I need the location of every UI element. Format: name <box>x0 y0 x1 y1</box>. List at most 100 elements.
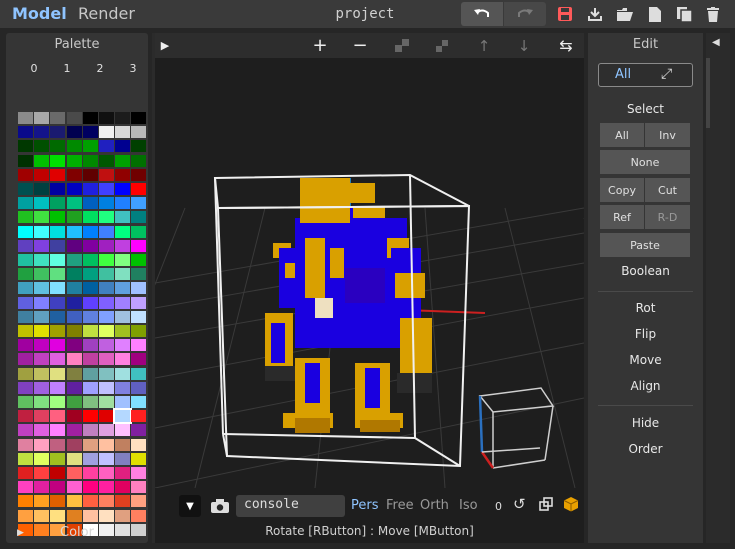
color-swatch[interactable] <box>115 239 131 252</box>
color-swatch[interactable] <box>115 452 131 465</box>
color-swatch[interactable] <box>66 296 82 309</box>
tab-render[interactable]: Render <box>78 4 135 23</box>
color-swatch[interactable] <box>82 339 98 352</box>
color-swatch[interactable] <box>50 452 66 465</box>
color-swatch[interactable] <box>34 282 50 295</box>
color-swatch[interactable] <box>66 467 82 479</box>
color-swatch[interactable] <box>18 225 33 238</box>
save-button[interactable] <box>555 2 575 26</box>
color-swatch[interactable] <box>99 495 114 508</box>
color-swatch[interactable] <box>99 183 114 195</box>
color-swatch[interactable] <box>115 126 131 139</box>
color-swatch[interactable] <box>34 452 50 465</box>
color-swatch[interactable] <box>66 410 82 423</box>
color-swatch[interactable] <box>82 410 98 423</box>
color-swatch[interactable] <box>82 282 98 295</box>
color-swatch[interactable] <box>131 296 147 309</box>
color-swatch[interactable] <box>66 211 82 224</box>
color-swatch[interactable] <box>131 452 147 465</box>
color-swatch[interactable] <box>34 197 50 210</box>
selected-color-swatch[interactable] <box>113 408 133 425</box>
color-swatch[interactable] <box>34 268 50 281</box>
color-swatch[interactable] <box>115 225 131 238</box>
color-swatch[interactable] <box>131 112 147 124</box>
color-swatch[interactable] <box>82 438 98 451</box>
color-swatch[interactable] <box>34 325 50 337</box>
color-swatch[interactable] <box>131 197 147 210</box>
color-swatch[interactable] <box>131 325 147 337</box>
color-swatch[interactable] <box>34 495 50 508</box>
color-swatch[interactable] <box>82 168 98 181</box>
color-swatch[interactable] <box>131 353 147 366</box>
color-swatch[interactable] <box>99 396 114 408</box>
color-swatch[interactable] <box>34 211 50 224</box>
open-button[interactable] <box>614 2 636 26</box>
color-swatch[interactable] <box>82 481 98 494</box>
projection-orth[interactable]: Orth <box>420 498 449 513</box>
color-swatch[interactable] <box>99 481 114 494</box>
color-swatch[interactable] <box>82 126 98 139</box>
color-swatch[interactable] <box>34 467 50 479</box>
color-swatch[interactable] <box>34 353 50 366</box>
grid-icon[interactable] <box>387 33 417 58</box>
color-swatch[interactable] <box>50 396 66 408</box>
color-swatch[interactable] <box>18 183 33 195</box>
export-button[interactable] <box>585 2 605 26</box>
color-swatch[interactable] <box>99 112 114 124</box>
color-swatch[interactable] <box>82 197 98 210</box>
color-swatch[interactable] <box>82 225 98 238</box>
color-swatch[interactable] <box>50 183 66 195</box>
color-swatch[interactable] <box>99 126 114 139</box>
color-swatch[interactable] <box>115 197 131 210</box>
color-swatch[interactable] <box>50 325 66 337</box>
color-swatch[interactable] <box>66 396 82 408</box>
color-swatch[interactable] <box>18 112 33 124</box>
collapse-left-icon[interactable]: ▶ <box>155 33 175 58</box>
ref-button[interactable]: Ref <box>600 205 644 229</box>
screenshot-button[interactable] <box>209 496 231 516</box>
color-swatch[interactable] <box>34 339 50 352</box>
color-swatch[interactable] <box>82 239 98 252</box>
color-swatch[interactable] <box>115 396 131 408</box>
delete-button[interactable] <box>704 2 722 26</box>
color-label[interactable]: Color <box>6 525 148 543</box>
color-swatch[interactable] <box>34 310 50 323</box>
color-swatch[interactable] <box>82 112 98 124</box>
color-swatch[interactable] <box>99 452 114 465</box>
color-swatch[interactable] <box>66 225 82 238</box>
color-swatch[interactable] <box>99 424 114 437</box>
color-swatch[interactable] <box>115 481 131 494</box>
3d-viewport[interactable]: ▶ + − ↑ ↓ ⇆ ▼ console Pers Free Orth Iso… <box>155 33 584 543</box>
color-swatch[interactable] <box>115 367 131 380</box>
reset-view-icon[interactable]: ↺ <box>513 495 526 513</box>
color-swatch[interactable] <box>99 410 114 423</box>
color-swatch[interactable] <box>66 268 82 281</box>
color-swatch[interactable] <box>82 353 98 366</box>
color-swatch[interactable] <box>18 140 33 153</box>
color-swatch[interactable] <box>131 268 147 281</box>
color-swatch[interactable] <box>18 396 33 408</box>
color-swatch[interactable] <box>82 254 98 266</box>
color-swatch[interactable] <box>18 424 33 437</box>
color-swatch[interactable] <box>131 339 147 352</box>
color-swatch[interactable] <box>18 310 33 323</box>
color-swatch[interactable] <box>18 467 33 479</box>
color-swatch[interactable] <box>50 296 66 309</box>
color-swatch[interactable] <box>115 112 131 124</box>
color-swatch[interactable] <box>99 282 114 295</box>
projection-pers[interactable]: Pers <box>351 498 379 513</box>
color-swatch[interactable] <box>131 381 147 394</box>
copy-button[interactable]: Copy <box>600 178 644 202</box>
color-swatch[interactable] <box>131 410 147 423</box>
color-swatch[interactable] <box>34 112 50 124</box>
color-swatch[interactable] <box>99 154 114 167</box>
color-swatch[interactable] <box>115 339 131 352</box>
palette-column-3[interactable]: 3 <box>117 62 149 75</box>
palette-column-2[interactable]: 2 <box>84 62 116 75</box>
color-swatch[interactable] <box>66 183 82 195</box>
grid-small-icon[interactable] <box>427 33 457 58</box>
color-swatch[interactable] <box>131 211 147 224</box>
color-swatch[interactable] <box>50 438 66 451</box>
color-swatch[interactable] <box>66 481 82 494</box>
color-swatch[interactable] <box>18 481 33 494</box>
